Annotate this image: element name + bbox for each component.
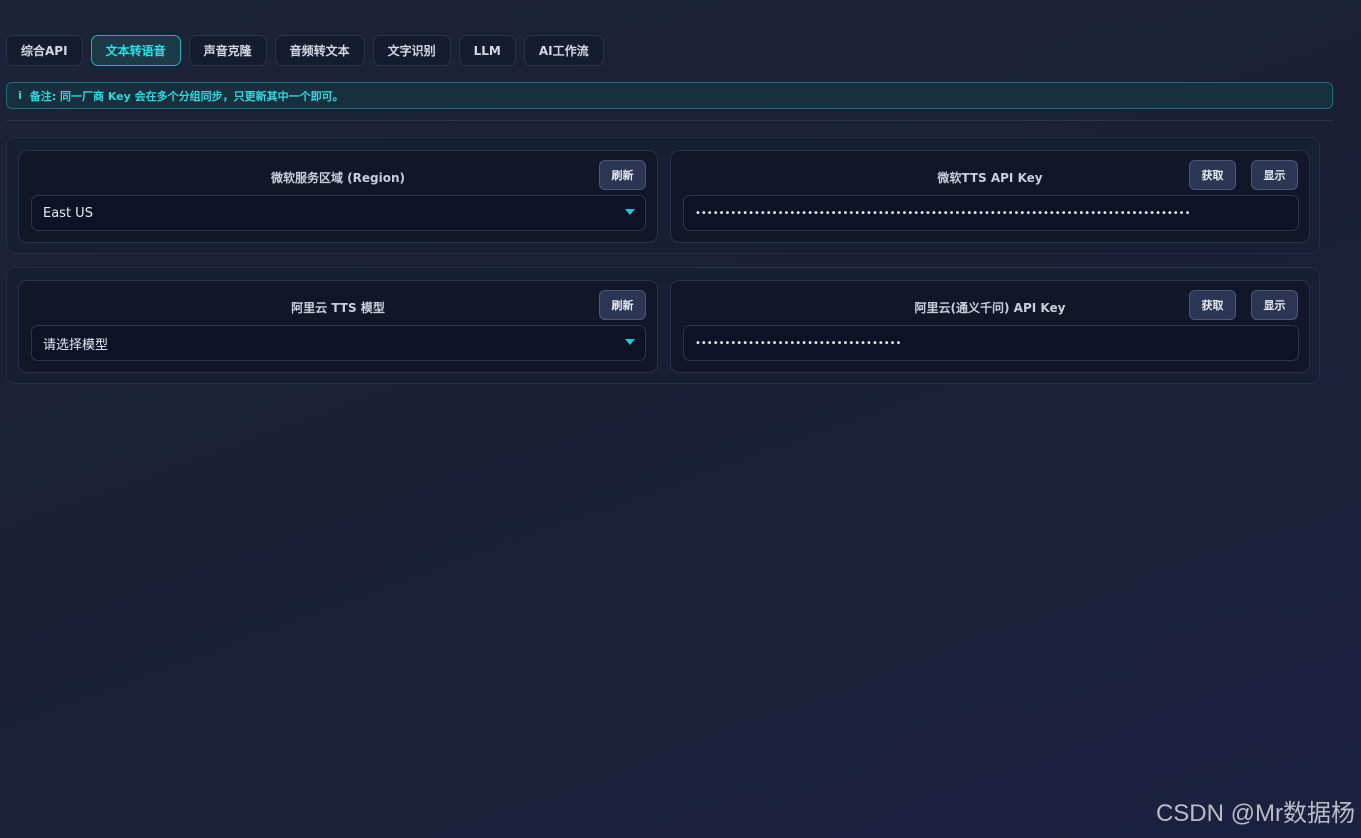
tab-voice-clone[interactable]: 声音克隆 [188,35,267,66]
model-select[interactable]: 请选择模型 [31,325,646,361]
tab-ai-workflow[interactable]: AI工作流 [523,35,604,66]
card-microsoft-api-key: 微软TTS API Key 获取 显示 ••••••••••••••••••••… [670,150,1310,243]
group-microsoft: 微软服务区域 (Region) 刷新 East US 微软TTS API Key… [6,137,1320,254]
chevron-down-icon [625,339,635,345]
tab-ocr[interactable]: 文字识别 [372,35,451,66]
card-microsoft-region: 微软服务区域 (Region) 刷新 East US [18,150,658,243]
info-icon: i [18,89,22,102]
region-select[interactable]: East US [31,195,646,231]
show-aliyun-key-button[interactable]: 显示 [1251,290,1298,320]
aliyun-api-key-input[interactable]: ••••••••••••••••••••••••••••••••••• [683,325,1299,361]
watermark: CSDN @Mr数据杨 [1155,800,1355,827]
refresh-model-button[interactable]: 刷新 [599,290,646,320]
refresh-region-button[interactable]: 刷新 [599,160,646,190]
tab-llm[interactable]: LLM [458,35,516,66]
notice-banner: i 备注: 同一厂商 Key 会在多个分组同步，只更新其中一个即可。 [6,82,1333,109]
microsoft-api-key-value: ••••••••••••••••••••••••••••••••••••••••… [695,207,1191,219]
chevron-down-icon [625,209,635,215]
model-select-value: 请选择模型 [43,337,109,353]
region-select-value: East US [43,205,93,221]
card-aliyun-model: 阿里云 TTS 模型 刷新 请选择模型 [18,280,658,373]
tab-speech-to-text[interactable]: 音频转文本 [274,35,365,66]
get-microsoft-key-button[interactable]: 获取 [1189,160,1236,190]
aliyun-model-label: 阿里云 TTS 模型 [291,301,385,315]
get-aliyun-key-button[interactable]: 获取 [1189,290,1236,320]
show-microsoft-key-button[interactable]: 显示 [1251,160,1298,190]
card-aliyun-api-key: 阿里云(通义千问) API Key 获取 显示 ••••••••••••••••… [670,280,1310,373]
notice-text: 备注: 同一厂商 Key 会在多个分组同步，只更新其中一个即可。 [29,89,344,103]
tab-general-api[interactable]: 综合API [6,35,83,66]
divider [6,120,1333,121]
tab-text-to-speech[interactable]: 文本转语音 [90,35,181,66]
microsoft-api-key-input[interactable]: ••••••••••••••••••••••••••••••••••••••••… [683,195,1299,231]
aliyun-api-key-value: ••••••••••••••••••••••••••••••••••• [695,337,902,349]
microsoft-region-label: 微软服务区域 (Region) [270,171,406,185]
tab-bar: 综合API 文本转语音 声音克隆 音频转文本 文字识别 LLM AI工作流 [6,35,604,66]
group-aliyun: 阿里云 TTS 模型 刷新 请选择模型 阿里云(通义千问) API Key 获取… [6,267,1320,384]
